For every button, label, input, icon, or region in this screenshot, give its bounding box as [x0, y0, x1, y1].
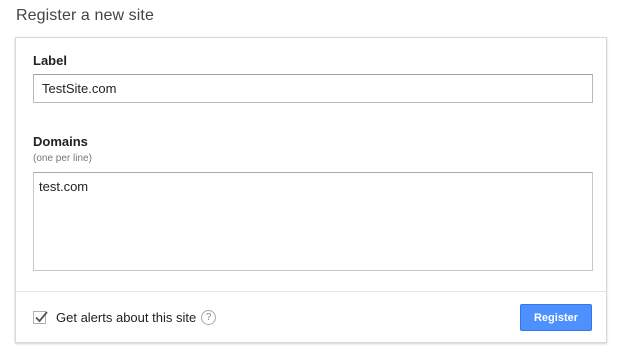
label-field-title: Label [33, 53, 67, 68]
checkmark-icon [35, 310, 48, 322]
page: Register a new site Label Domains (one p… [0, 0, 617, 358]
label-input[interactable] [33, 74, 593, 103]
alerts-checkbox[interactable] [33, 310, 48, 324]
domains-field-title: Domains [33, 134, 88, 149]
domains-textarea[interactable]: test.com [33, 172, 593, 271]
register-site-form: Label Domains (one per line) test.com Ge… [15, 37, 607, 343]
page-title: Register a new site [16, 7, 154, 24]
domains-hint: (one per line) [33, 153, 92, 164]
register-button[interactable]: Register [520, 304, 592, 331]
question-circle-icon[interactable]: ? [201, 309, 217, 325]
alerts-row: Get alerts about this site ? [33, 306, 217, 328]
footer-divider [16, 291, 606, 292]
alerts-label[interactable]: Get alerts about this site [56, 310, 196, 325]
